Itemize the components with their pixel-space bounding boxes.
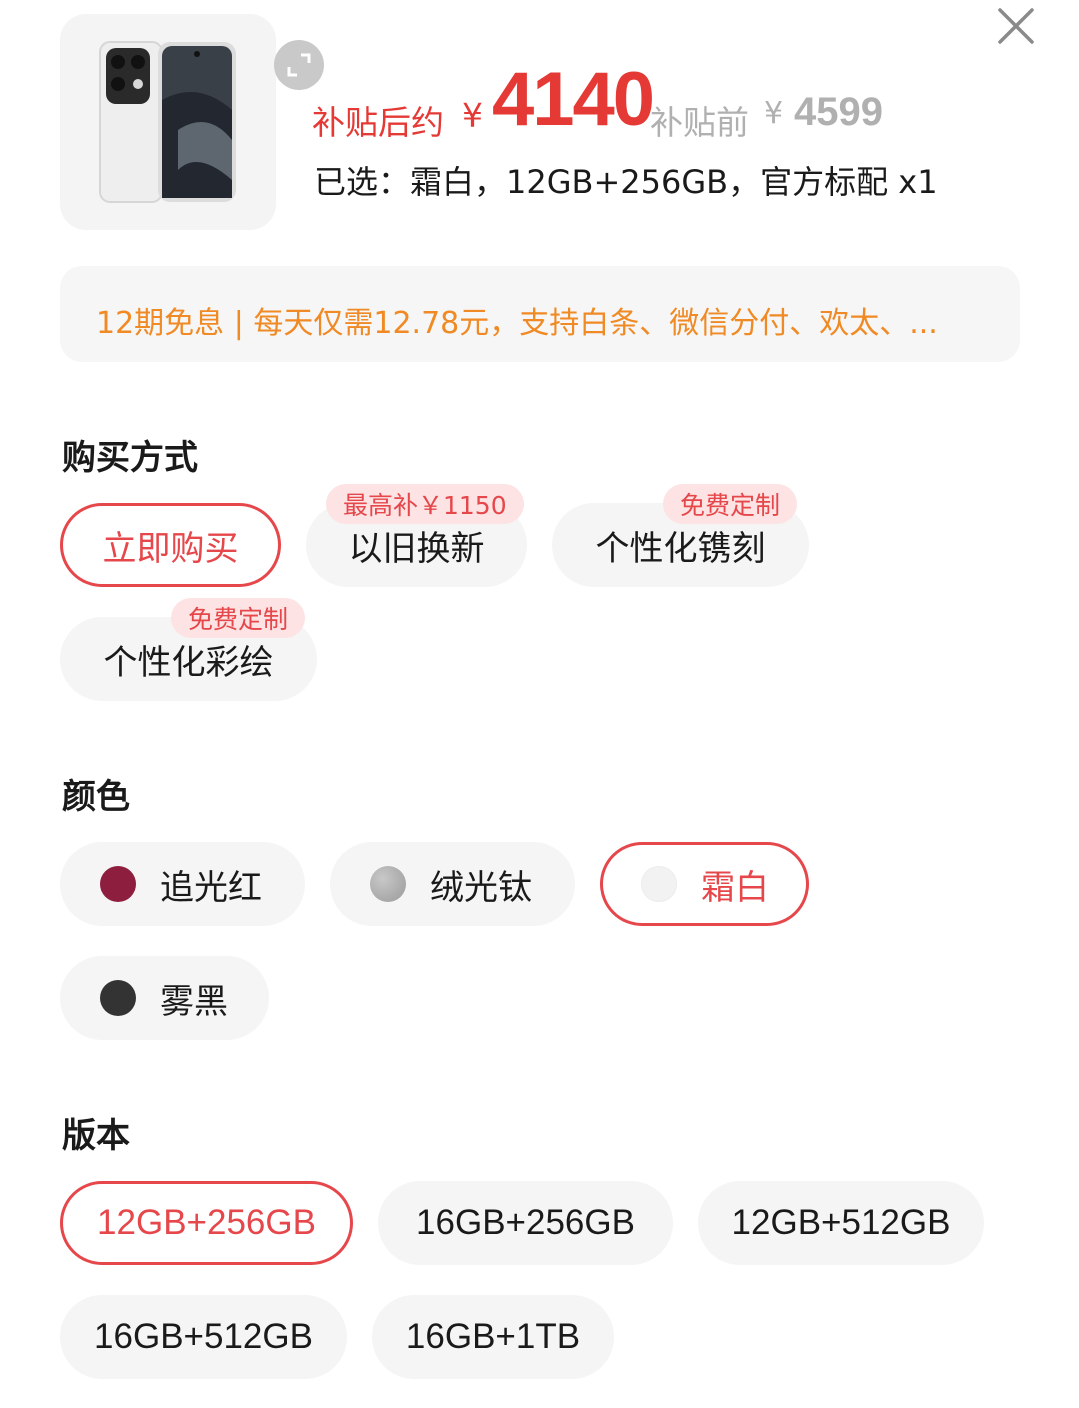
version-12-512[interactable]: 12GB+512GB [698, 1181, 984, 1265]
swatch-white [641, 866, 677, 902]
version-16-256[interactable]: 16GB+256GB [378, 1181, 673, 1265]
original-price-label: 补贴前 [650, 103, 749, 142]
color-title: 颜色 [62, 777, 130, 817]
swatch-black [100, 980, 136, 1016]
color-option-titanium[interactable]: 绒光钛 [330, 842, 575, 926]
option-buy-now[interactable]: 立即购买 [60, 503, 281, 587]
version-16-512[interactable]: 16GB+512GB [60, 1295, 347, 1379]
color-option-red[interactable]: 追光红 [60, 842, 305, 926]
currency-symbol: ¥ [462, 96, 483, 135]
color-label: 绒光钛 [430, 867, 532, 908]
swatch-red [100, 866, 136, 902]
selected-summary: 已选：霜白，12GB+256GB，官方标配 x1 [314, 163, 938, 201]
engraving-badge: 免费定制 [663, 484, 798, 524]
expand-icon[interactable] [274, 40, 324, 90]
subsidized-price: 4140 [492, 57, 655, 142]
color-label: 霜白 [701, 867, 769, 908]
sku-selector-sheet: 补贴后约 ¥ 4140 补贴前 ¥ 4599 已选：霜白，12GB+256GB，… [0, 0, 1079, 1408]
version-16-1tb[interactable]: 16GB+1TB [372, 1295, 614, 1379]
color-label: 追光红 [160, 867, 262, 908]
painting-badge: 免费定制 [171, 598, 306, 638]
original-currency-symbol: ¥ [764, 96, 784, 131]
trade-in-badge: 最高补￥1150 [326, 484, 524, 524]
purchase-method-title: 购买方式 [62, 438, 198, 478]
version-title: 版本 [62, 1116, 130, 1156]
price-label: 补贴后约 [312, 103, 444, 142]
original-price: 4599 [794, 90, 883, 134]
close-icon[interactable] [994, 4, 1038, 48]
swatch-titanium [370, 866, 406, 902]
color-option-white[interactable]: 霜白 [600, 842, 809, 926]
version-12-256[interactable]: 12GB+256GB [60, 1181, 353, 1265]
installment-banner[interactable]: 12期免息 | 每天仅需12.78元，支持白条、微信分付、欢太、... [60, 266, 1020, 362]
color-option-black[interactable]: 雾黑 [60, 956, 269, 1040]
phone-image [99, 41, 236, 203]
color-label: 雾黑 [160, 981, 228, 1022]
product-thumbnail[interactable] [60, 14, 324, 230]
